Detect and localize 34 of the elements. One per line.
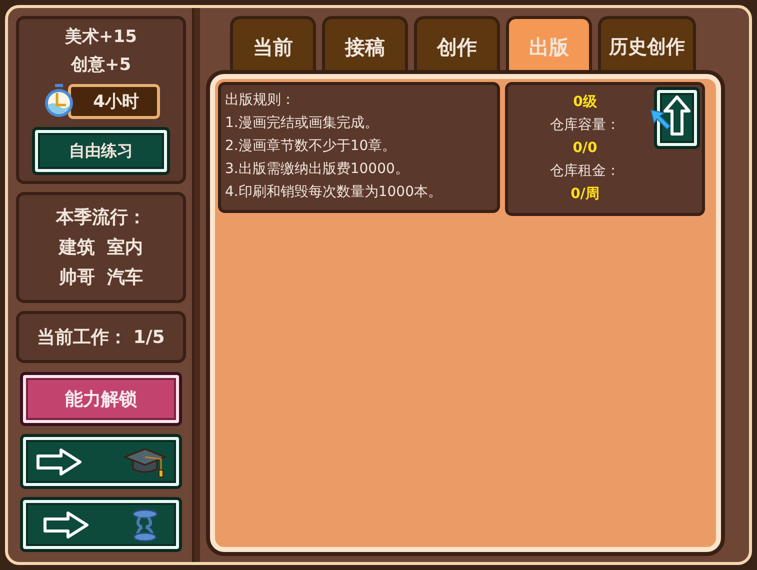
warehouse-level: 0级	[573, 93, 597, 112]
tab[interactable]: 创作	[414, 16, 500, 70]
rule-text: 1.漫画完结或画集完成。	[225, 114, 380, 133]
cursor-icon	[650, 109, 672, 131]
rules-title: 出版规则：	[225, 91, 296, 110]
trend-tag: 帅哥	[59, 265, 95, 290]
spring-icon	[130, 508, 160, 542]
unlock-button[interactable]: 能力解锁	[20, 372, 182, 426]
rule-text: 3.出版需缴纳出版费10000。	[225, 160, 410, 179]
tab[interactable]: 当前	[230, 16, 316, 70]
arrow-icon	[35, 446, 83, 476]
stat-text: 美术+15	[65, 26, 137, 49]
rule-text: 2.漫画章节数不少于10章。	[225, 137, 398, 156]
upgrade-button[interactable]	[654, 87, 700, 149]
capacity-label: 仓库容量：	[550, 116, 620, 135]
work-count: 1/5	[133, 326, 165, 348]
capacity-value: 0/0	[572, 139, 598, 158]
time-label: 4小时	[68, 84, 160, 118]
rent-value: 0/周	[570, 185, 600, 204]
rule-text: 4.印刷和销毁每次数量为1000本。	[225, 183, 443, 202]
tab[interactable]: 历史创作	[598, 16, 696, 70]
stat-text: 创意+5	[70, 54, 132, 77]
practice-button[interactable]: 自由练习	[32, 127, 170, 175]
nav-button[interactable]	[20, 497, 182, 552]
trend-tag: 建筑	[59, 235, 95, 260]
up-arrow-icon	[662, 94, 692, 138]
trend-title: 本季流行：	[56, 206, 146, 230]
nav-button[interactable]	[20, 434, 182, 489]
arrow-icon	[42, 510, 90, 540]
work-label: 当前工作：	[37, 326, 128, 349]
trend-tag: 室内	[107, 235, 143, 260]
trend-tag: 汽车	[107, 265, 143, 290]
rent-label: 仓库租金：	[550, 162, 620, 181]
tab[interactable]: 接稿	[322, 16, 408, 70]
